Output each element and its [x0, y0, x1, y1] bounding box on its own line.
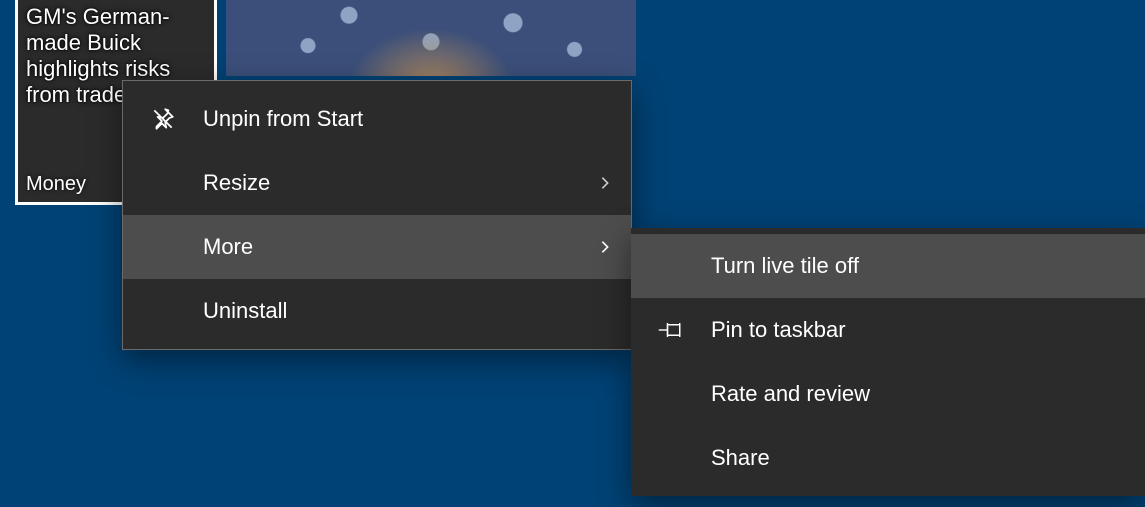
- tile-app-label: Money: [26, 173, 86, 196]
- chevron-right-icon: [579, 239, 631, 255]
- submenu-item-share[interactable]: Share: [631, 426, 1145, 490]
- start-tile-adjacent[interactable]: [226, 0, 636, 76]
- more-submenu: Turn live tile off Pin to taskbar Rate a…: [631, 228, 1145, 496]
- menu-item-label: Share: [711, 445, 1145, 471]
- menu-item-label: Pin to taskbar: [711, 317, 1145, 343]
- tile-context-menu: Unpin from Start Resize More Uninstall: [122, 80, 632, 350]
- submenu-item-pin-to-taskbar[interactable]: Pin to taskbar: [631, 298, 1145, 362]
- menu-item-label: Rate and review: [711, 381, 1145, 407]
- submenu-item-rate-and-review[interactable]: Rate and review: [631, 362, 1145, 426]
- menu-item-label: Unpin from Start: [203, 106, 579, 132]
- menu-item-label: More: [203, 234, 579, 260]
- menu-item-label: Turn live tile off: [711, 253, 1145, 279]
- tile-live-image: [226, 0, 636, 76]
- submenu-item-turn-live-tile-off[interactable]: Turn live tile off: [631, 234, 1145, 298]
- menu-item-label: Resize: [203, 170, 579, 196]
- menu-item-more[interactable]: More: [123, 215, 631, 279]
- menu-item-unpin-from-start[interactable]: Unpin from Start: [123, 87, 631, 151]
- chevron-right-icon: [579, 175, 631, 191]
- unpin-icon: [123, 106, 203, 132]
- menu-item-resize[interactable]: Resize: [123, 151, 631, 215]
- menu-item-uninstall[interactable]: Uninstall: [123, 279, 631, 343]
- menu-item-label: Uninstall: [203, 298, 579, 324]
- pin-icon: [631, 320, 711, 340]
